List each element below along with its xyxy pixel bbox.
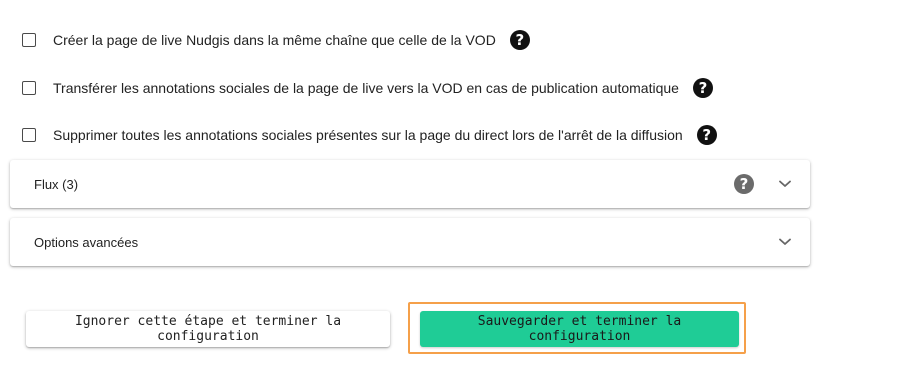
panel-flux[interactable]: Flux (3) ? xyxy=(10,160,810,208)
delete-annotations-label: Supprimer toutes les annotations sociale… xyxy=(53,127,683,143)
question-circle-icon[interactable]: ? xyxy=(692,78,713,98)
save-and-finish-button[interactable]: Sauvegarder et terminer la configuration xyxy=(420,311,739,347)
transfer-annotations-checkbox[interactable] xyxy=(22,81,36,95)
question-circle-icon[interactable]: ? xyxy=(696,125,717,145)
question-circle-icon[interactable]: ? xyxy=(509,30,530,50)
option-delete-annotations[interactable]: Supprimer toutes les annotations sociale… xyxy=(22,123,717,147)
panel-flux-title: Flux (3) xyxy=(34,176,79,192)
panel-advanced-options-title: Options avancées xyxy=(34,234,139,250)
transfer-annotations-label: Transférer les annotations sociales de l… xyxy=(53,80,679,96)
same-channel-label: Créer la page de live Nudgis dans la mêm… xyxy=(53,32,496,48)
skip-step-button[interactable]: Ignorer cette étape et terminer la confi… xyxy=(26,311,390,347)
option-same-channel[interactable]: Créer la page de live Nudgis dans la mêm… xyxy=(22,28,530,52)
panel-advanced-options[interactable]: Options avancées xyxy=(10,218,810,266)
option-transfer-annotations[interactable]: Transférer les annotations sociales de l… xyxy=(22,76,713,100)
delete-annotations-checkbox[interactable] xyxy=(22,128,36,142)
same-channel-checkbox[interactable] xyxy=(22,33,36,47)
chevron-down-icon[interactable] xyxy=(778,177,792,191)
chevron-down-icon[interactable] xyxy=(778,235,792,249)
question-circle-icon[interactable]: ? xyxy=(734,174,754,194)
